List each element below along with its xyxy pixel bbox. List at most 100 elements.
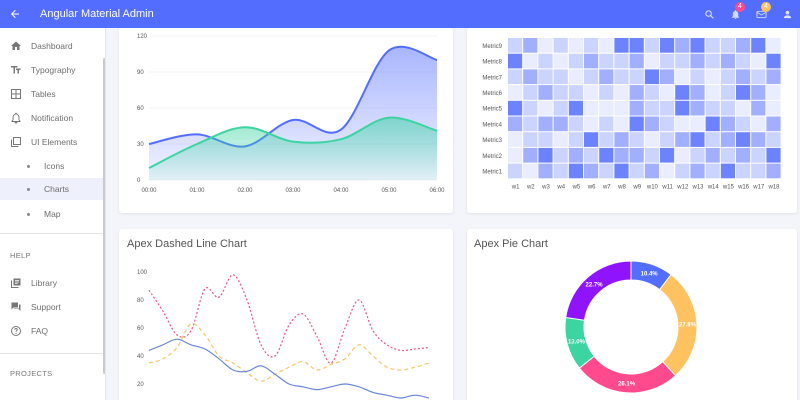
sidebar-item-label: FAQ <box>31 326 49 336</box>
heatmap-cell <box>553 53 568 69</box>
notifications-button[interactable]: 4 <box>722 0 748 28</box>
heatmap-col-label: w11 <box>661 184 673 190</box>
sidebar-scrollbar[interactable] <box>103 58 105 374</box>
heatmap-cell <box>705 163 720 179</box>
layers-icon <box>9 135 23 149</box>
heatmap-cell <box>751 147 766 163</box>
heatmap-row-label: Metric6 <box>482 91 502 97</box>
sidebar-item-typography[interactable]: Typography <box>0 59 103 81</box>
pie-slice-label: 10.4% <box>641 271 659 277</box>
heatmap-cell <box>705 85 720 100</box>
heatmap-cell <box>584 53 599 69</box>
heatmap-cell <box>720 100 735 116</box>
heatmap-col-label: w4 <box>556 184 565 190</box>
x-tick-label: 03:00 <box>285 188 301 194</box>
back-button[interactable] <box>0 0 30 28</box>
sidebar-item-label: Tables <box>31 89 56 99</box>
pie-chart: 10.4% 27.8% 26.1% 13.0% 22.7% <box>564 260 698 394</box>
heatmap-cell <box>766 132 781 147</box>
heatmap-cell <box>690 147 705 163</box>
heatmap-cell <box>584 69 599 85</box>
sidebar-subitem-icons[interactable]: Icons <box>0 155 103 177</box>
help-section-label: HELP <box>10 251 31 260</box>
heatmap-cell <box>614 85 629 100</box>
heatmap-cell <box>614 38 629 53</box>
heatmap-cell <box>614 100 629 116</box>
heatmap-chart: Metric9 Metric8 Metric7 Metric6 Metric5 Metri… <box>482 38 781 190</box>
heatmap-row-label: Metric4 <box>482 122 502 128</box>
heatmap-cell <box>614 132 629 147</box>
heatmap-cell <box>508 38 523 53</box>
messages-button[interactable]: 4 <box>748 0 774 28</box>
heatmap-cell <box>705 53 720 69</box>
heatmap-cell <box>584 116 599 132</box>
y-tick-label: 120 <box>137 34 148 40</box>
heatmap-cell <box>584 147 599 163</box>
search-button[interactable] <box>696 0 722 28</box>
heatmap-cell <box>553 38 568 53</box>
heatmap-cell <box>599 100 614 116</box>
heatmap-cell <box>751 53 766 69</box>
heatmap-cell <box>720 147 735 163</box>
heatmap-col-label: w8 <box>617 184 626 190</box>
heatmap-cell <box>644 163 659 179</box>
sidebar-item-dashboard[interactable]: Dashboard <box>0 35 103 57</box>
sidebar-item-notification[interactable]: Notification <box>0 107 103 129</box>
heatmap-cell <box>644 116 659 132</box>
sidebar-subitem-charts[interactable]: Charts <box>0 178 103 200</box>
heatmap-cell <box>690 85 705 100</box>
heatmap-cell <box>553 163 568 179</box>
x-tick-label: 04:00 <box>333 188 349 194</box>
sidebar-item-support[interactable]: Support <box>0 296 103 318</box>
heatmap-cell <box>675 38 690 53</box>
heatmap-cell <box>766 85 781 100</box>
heatmap-cell <box>568 69 583 85</box>
heatmap-cell <box>538 132 553 147</box>
heatmap-cell <box>644 38 659 53</box>
heatmap-cell <box>690 69 705 85</box>
heatmap-cell <box>720 53 735 69</box>
heatmap-col-label: w5 <box>572 184 581 190</box>
heatmap-cell <box>538 69 553 85</box>
heatmap-cell <box>508 147 523 163</box>
heatmap-cell <box>736 85 751 100</box>
heatmap-cell <box>553 85 568 100</box>
heatmap-row-label: Metric3 <box>482 138 502 144</box>
heatmap-cell <box>660 85 675 100</box>
top-actions: 4 4 <box>696 0 800 28</box>
heatmap-cell <box>553 69 568 85</box>
y-tick-label: 100 <box>137 270 148 276</box>
heatmap-cell <box>629 163 644 179</box>
sidebar-item-faq[interactable]: FAQ <box>0 320 103 342</box>
sidebar-item-label: Support <box>31 302 61 312</box>
sidebar-item-label: Typography <box>31 65 76 75</box>
heatmap-cell <box>508 53 523 69</box>
heatmap-cell <box>614 69 629 85</box>
heatmap-cell <box>508 69 523 85</box>
heatmap-cell <box>629 132 644 147</box>
sidebar-item-tables[interactable]: Tables <box>0 83 103 105</box>
heatmap-cell <box>538 53 553 69</box>
arrow-left-icon <box>11 10 19 18</box>
heatmap-cell <box>614 163 629 179</box>
heatmap-col-label: w10 <box>646 184 659 190</box>
heatmap-cell <box>523 132 538 147</box>
sidebar-item-library[interactable]: Library <box>0 272 103 294</box>
heatmap-cell <box>538 85 553 100</box>
heatmap-cell <box>720 132 735 147</box>
heatmap-cell <box>660 116 675 132</box>
heatmap-cell <box>766 147 781 163</box>
heatmap-cell <box>705 38 720 53</box>
heatmap-cell <box>584 100 599 116</box>
heatmap-cell <box>553 100 568 116</box>
sidebar-item-ui-elements[interactable]: UI Elements <box>0 131 103 153</box>
area-chart: 0 30 60 90 120 00:00 01:00 02:00 03:00 04:00 05:00… <box>137 34 445 194</box>
heatmap-cell <box>644 147 659 163</box>
x-tick-label: 00:00 <box>141 188 157 194</box>
heatmap-cell <box>508 132 523 147</box>
heatmap-col-label: w15 <box>722 184 735 190</box>
heatmap-cell <box>736 38 751 53</box>
sidebar-subitem-map[interactable]: Map <box>0 203 103 225</box>
heatmap-cell <box>523 100 538 116</box>
profile-button[interactable] <box>774 0 800 28</box>
